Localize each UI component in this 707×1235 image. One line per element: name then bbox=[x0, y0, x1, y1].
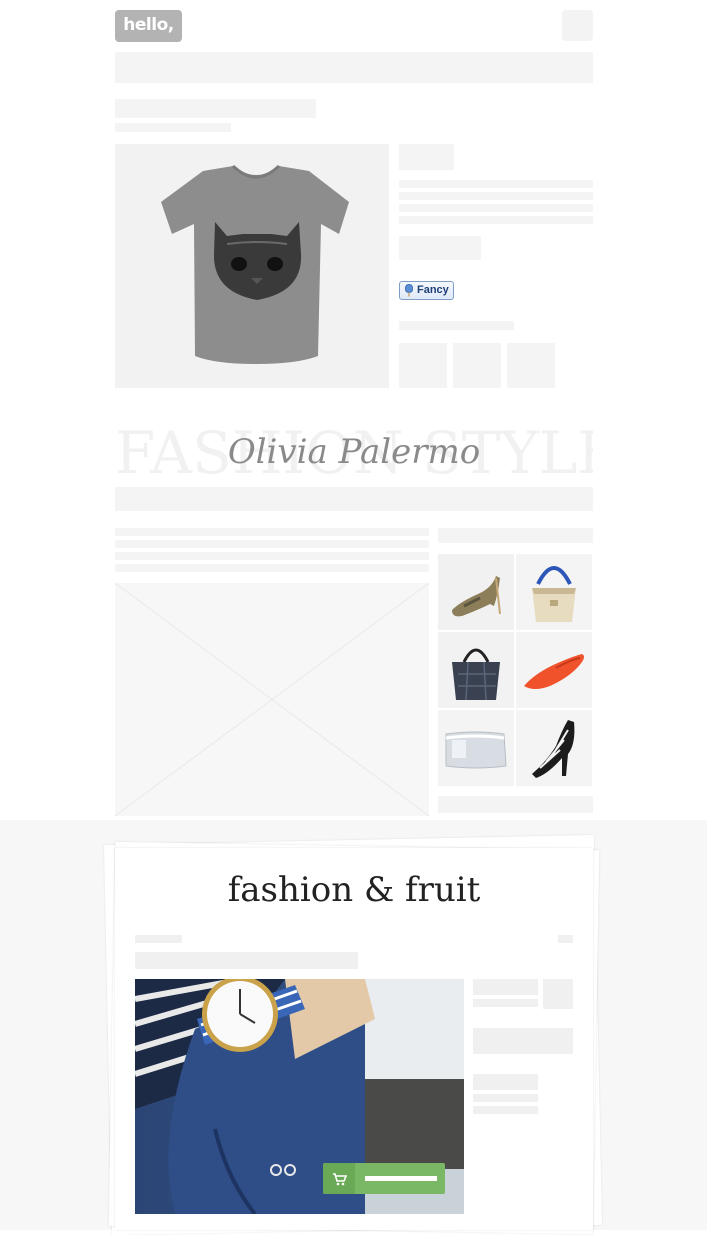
grid-item[interactable] bbox=[438, 710, 514, 786]
icon-placeholder[interactable] bbox=[543, 979, 573, 1009]
camo-heel-shoe-image bbox=[438, 554, 514, 630]
detail-placeholder bbox=[473, 1106, 538, 1114]
grid-item[interactable] bbox=[516, 554, 592, 630]
article-image-placeholder bbox=[115, 583, 429, 816]
kitten-tshirt-image bbox=[161, 164, 349, 364]
grid-item[interactable] bbox=[516, 632, 592, 708]
price-placeholder bbox=[399, 144, 454, 170]
article-text-line bbox=[115, 552, 429, 560]
blue-handle-tote-image bbox=[516, 554, 592, 630]
menu-button[interactable] bbox=[562, 10, 593, 41]
search-bar-placeholder[interactable] bbox=[115, 52, 593, 83]
banner-script-text: Olivia Palermo bbox=[227, 432, 481, 472]
plaid-tote-image bbox=[438, 632, 514, 708]
silver-clutch-image bbox=[438, 710, 514, 786]
detail-placeholder bbox=[473, 1094, 538, 1102]
section-heading-placeholder bbox=[115, 487, 593, 511]
product-image[interactable] bbox=[115, 144, 389, 388]
button-placeholder[interactable] bbox=[473, 1028, 573, 1054]
cart-icon-box bbox=[323, 1163, 355, 1194]
logo[interactable]: hello, bbox=[115, 10, 182, 42]
orange-flat-shoe-image bbox=[516, 632, 592, 708]
add-to-cart-button[interactable] bbox=[323, 1163, 445, 1194]
article-text-line bbox=[115, 564, 429, 572]
description-line bbox=[399, 216, 593, 224]
popsicle-icon bbox=[405, 284, 413, 297]
product-subtitle-placeholder bbox=[115, 123, 231, 132]
cart-icon bbox=[333, 1173, 348, 1186]
image-placeholder-icon bbox=[115, 583, 429, 816]
meta-placeholder bbox=[135, 935, 182, 943]
thumbnails-label-placeholder bbox=[399, 321, 514, 330]
thumbnail[interactable] bbox=[507, 343, 555, 388]
article-text-line bbox=[115, 540, 429, 548]
sidebar-footer-placeholder bbox=[438, 796, 593, 813]
description-line bbox=[399, 204, 593, 212]
grid-item[interactable] bbox=[438, 554, 514, 630]
thumbnail[interactable] bbox=[453, 343, 501, 388]
detail-placeholder bbox=[473, 1074, 538, 1090]
meta-placeholder bbox=[558, 935, 573, 943]
thumbnail[interactable] bbox=[399, 343, 447, 388]
grid-item[interactable] bbox=[516, 710, 592, 786]
fashion-style-banner[interactable]: FASHION STYLE Olivia Palermo bbox=[115, 424, 593, 482]
grid-item[interactable] bbox=[438, 632, 514, 708]
price-placeholder bbox=[473, 979, 538, 995]
buy-button-placeholder[interactable] bbox=[399, 236, 481, 260]
headline-placeholder bbox=[135, 952, 358, 969]
article-text-line bbox=[115, 528, 429, 536]
detail-placeholder bbox=[473, 999, 538, 1007]
description-line bbox=[399, 180, 593, 188]
product-title-placeholder bbox=[115, 99, 316, 118]
fancy-button[interactable]: Fancy bbox=[399, 281, 454, 300]
newsletter-title: fashion & fruit bbox=[227, 870, 481, 910]
black-strappy-sandal-image bbox=[516, 710, 592, 786]
fancy-label: Fancy bbox=[417, 284, 449, 296]
cart-label-placeholder bbox=[365, 1176, 437, 1181]
sidebar-heading-placeholder bbox=[438, 528, 593, 543]
description-line bbox=[399, 192, 593, 200]
